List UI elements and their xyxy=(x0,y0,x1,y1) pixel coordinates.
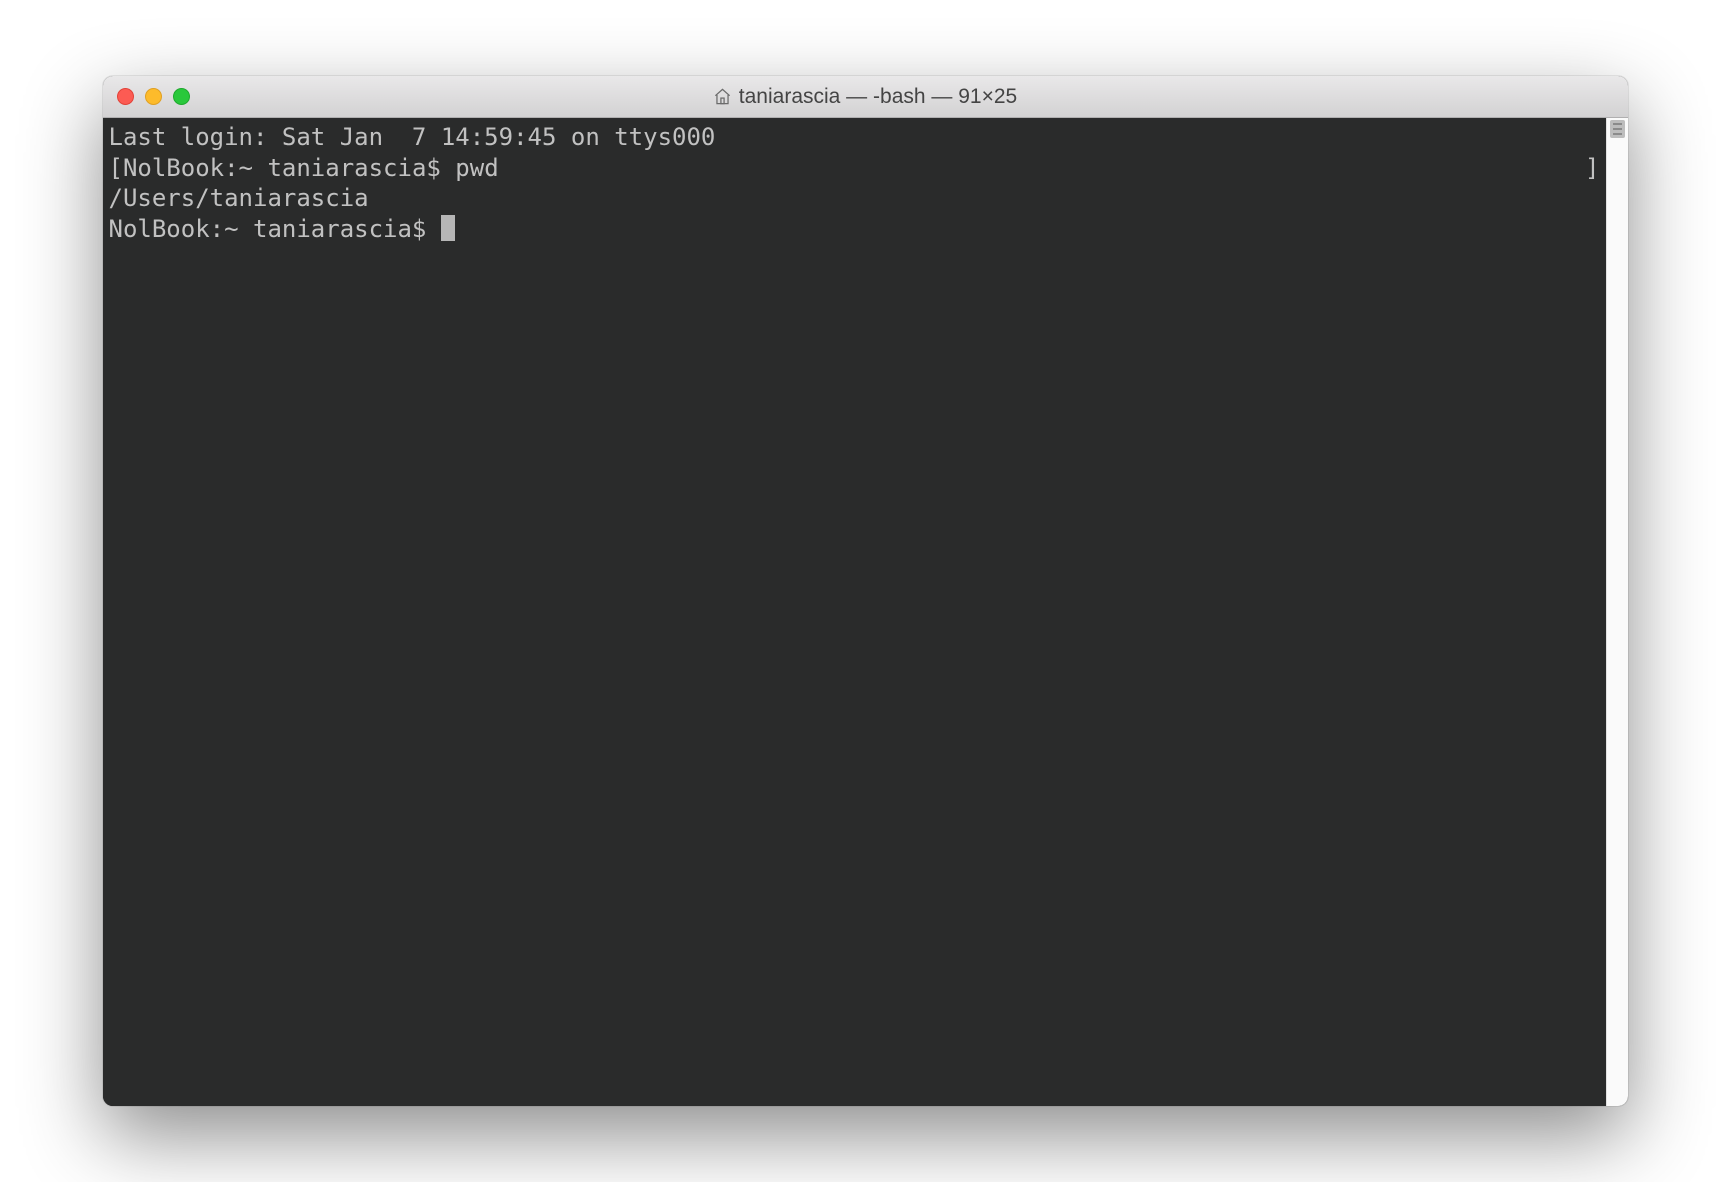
terminal-output[interactable]: Last login: Sat Jan 7 14:59:45 on ttys00… xyxy=(103,118,1606,1106)
prompt-bracket-left: [ xyxy=(109,154,123,182)
shell-prompt: NolBook:~ taniarascia$ xyxy=(109,215,441,243)
prompt-line-1: [NolBook:~ taniarascia$ pwd] xyxy=(109,153,1600,184)
title-bar[interactable]: taniarascia — -bash — 91×25 xyxy=(103,76,1628,118)
command-output: /Users/taniarascia xyxy=(109,183,1600,214)
terminal-area: Last login: Sat Jan 7 14:59:45 on ttys00… xyxy=(103,118,1628,1106)
zoom-button[interactable] xyxy=(173,88,190,105)
minimize-button[interactable] xyxy=(145,88,162,105)
window-title: taniarascia — -bash — 91×25 xyxy=(103,85,1628,109)
entered-command: pwd xyxy=(455,154,498,182)
traffic-lights xyxy=(103,88,190,105)
scrollbar-thumb-icon[interactable] xyxy=(1610,120,1625,138)
home-icon xyxy=(713,87,732,106)
cursor-icon xyxy=(441,215,455,241)
close-button[interactable] xyxy=(117,88,134,105)
shell-prompt: NolBook:~ taniarascia$ xyxy=(123,154,455,182)
last-login-line: Last login: Sat Jan 7 14:59:45 on ttys00… xyxy=(109,122,1600,153)
scrollbar[interactable] xyxy=(1606,118,1628,1106)
window-title-text: taniarascia — -bash — 91×25 xyxy=(739,85,1017,109)
prompt-line-2: NolBook:~ taniarascia$ xyxy=(109,214,1600,245)
prompt-bracket-right: ] xyxy=(1585,153,1599,184)
terminal-window: taniarascia — -bash — 91×25 Last login: … xyxy=(103,76,1628,1106)
